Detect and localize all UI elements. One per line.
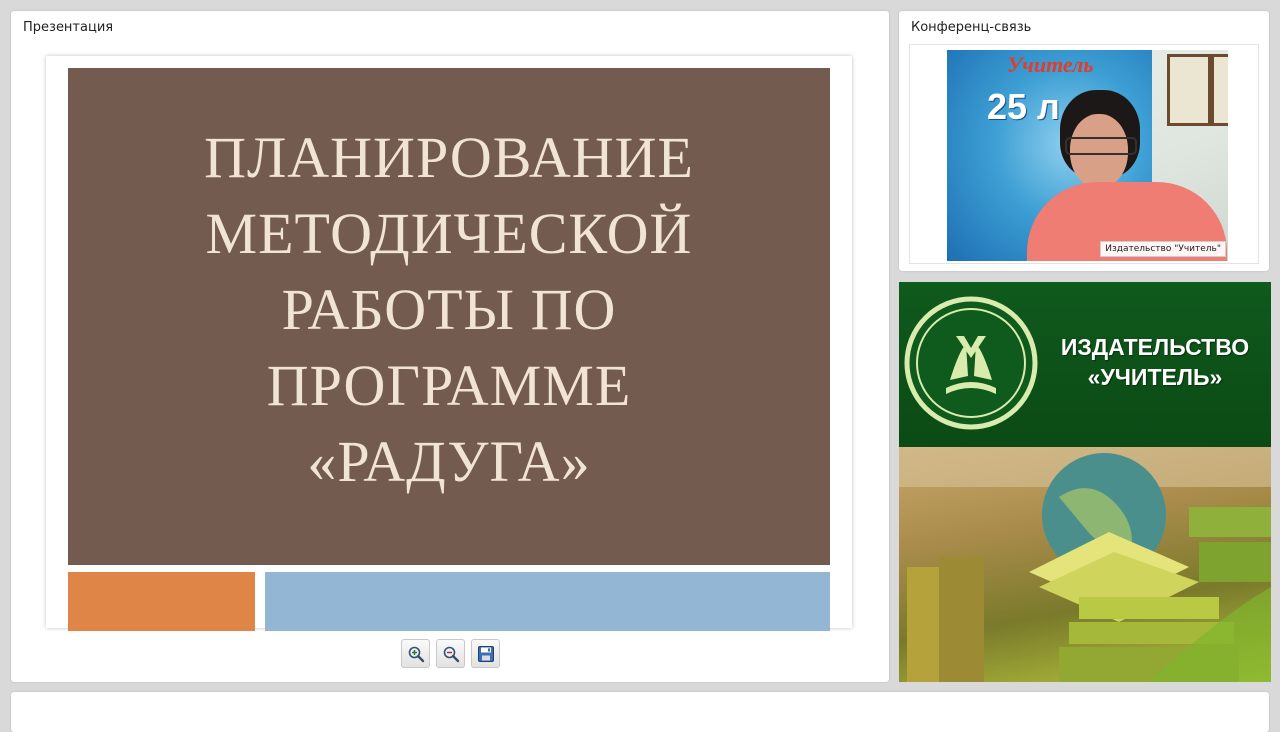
slide-orange-block — [68, 572, 255, 631]
publisher-logo-icon — [904, 296, 1038, 430]
slide-title-line: ПРОГРАММЕ — [266, 352, 632, 418]
conference-panel-title: Конференц-связь — [911, 20, 1032, 35]
floppy-disk-icon — [477, 645, 494, 662]
banner-line1: ИЗДАТЕЛЬСТВО — [1060, 334, 1250, 360]
bottom-panel — [11, 692, 1269, 732]
participant-video[interactable]: Учитель 25 л — [947, 50, 1228, 261]
slide-blue-block — [265, 572, 830, 631]
zoom-in-button[interactable] — [401, 639, 430, 668]
zoom-in-icon — [408, 646, 424, 662]
slide-title-line: «РАДУГА» — [307, 428, 591, 494]
banner-header: ИЗДАТЕЛЬСТВО «УЧИТЕЛЬ» — [899, 282, 1271, 447]
conference-panel: Конференц-связь Учитель 25 л Издательств… — [899, 11, 1269, 271]
presentation-panel-title: Презентация — [23, 20, 114, 35]
poster-brand-text: Учитель — [1007, 52, 1094, 77]
banner-image — [899, 447, 1271, 682]
slide-title-line: ПЛАНИРОВАНИЕ — [204, 124, 694, 190]
participant-person — [1027, 90, 1227, 261]
participant-name-label: Издательство "Учитель" — [1100, 241, 1226, 257]
save-button[interactable] — [471, 639, 500, 668]
publisher-banner: ИЗДАТЕЛЬСТВО «УЧИТЕЛЬ» — [899, 282, 1271, 682]
person-glasses — [1065, 137, 1137, 155]
slide-title: ПЛАНИРОВАНИЕ МЕТОДИЧЕСКОЙ РАБОТЫ ПО ПРОГ… — [204, 120, 694, 500]
slide-frame: ПЛАНИРОВАНИЕ МЕТОДИЧЕСКОЙ РАБОТЫ ПО ПРОГ… — [46, 56, 852, 631]
banner-text: ИЗДАТЕЛЬСТВО «УЧИТЕЛЬ» — [1039, 332, 1271, 392]
banner-line2: «УЧИТЕЛЬ» — [1087, 364, 1223, 390]
zoom-out-button[interactable] — [436, 639, 465, 668]
presentation-panel: Презентация ПЛАНИРОВАНИЕ МЕТОДИЧЕСКОЙ РА… — [11, 11, 889, 682]
slide-title-line: МЕТОДИЧЕСКОЙ — [205, 200, 693, 266]
zoom-out-icon — [443, 646, 459, 662]
video-frame: Учитель 25 л Издательство "Учитель" — [909, 44, 1259, 264]
slide-main-area: ПЛАНИРОВАНИЕ МЕТОДИЧЕСКОЙ РАБОТЫ ПО ПРОГ… — [68, 68, 830, 565]
slide-toolbar — [401, 639, 500, 668]
slide-title-line: РАБОТЫ ПО — [281, 276, 617, 342]
